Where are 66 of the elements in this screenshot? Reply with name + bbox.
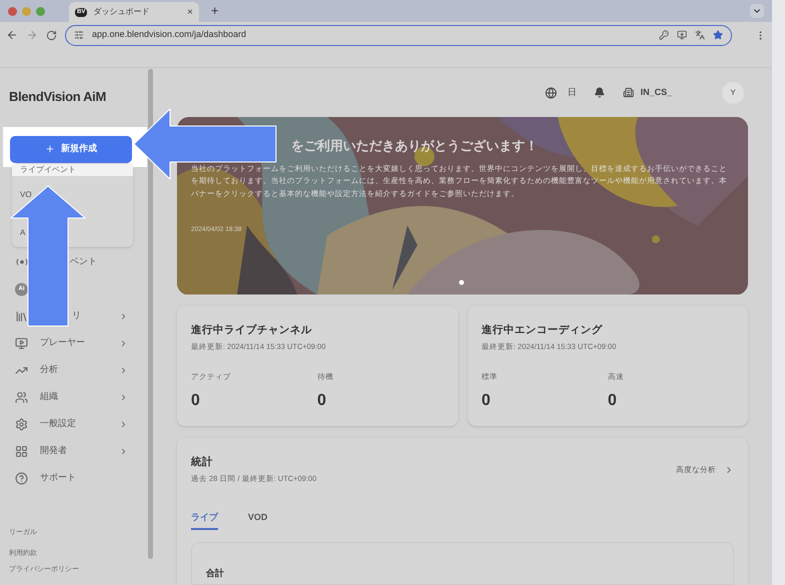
- site-settings-icon[interactable]: [74, 30, 84, 40]
- sidebar-item-label: リ: [72, 309, 81, 322]
- total-title: 合計: [206, 568, 224, 578]
- logo: BlendVision AiM: [9, 88, 107, 106]
- avatar[interactable]: Y: [722, 82, 744, 104]
- new-tab-button[interactable]: +: [211, 1, 219, 21]
- chevron-icon: [119, 312, 128, 320]
- scrollbar[interactable]: [148, 69, 153, 559]
- language-label[interactable]: 日: [567, 86, 576, 100]
- sidebar-item-label: ベント: [70, 255, 97, 268]
- sidebar-item[interactable]: 開発者: [0, 438, 148, 464]
- sidebar-item-label: 分析: [40, 363, 58, 376]
- chevron-icon: [119, 392, 128, 402]
- key-icon[interactable]: [659, 30, 669, 40]
- create-button[interactable]: 新規作成: [10, 136, 132, 162]
- chevron-icon: [119, 366, 128, 374]
- library-icon: [15, 310, 28, 322]
- stats-tab[interactable]: ライブ: [191, 510, 218, 530]
- banner-title: をご利用いただきありがとうございます！: [290, 137, 539, 156]
- menu-item[interactable]: ライブイベント: [12, 164, 133, 176]
- workspace-name[interactable]: IN_CS_: [640, 86, 672, 100]
- gear-icon: [15, 418, 28, 430]
- translate-icon[interactable]: [695, 30, 705, 40]
- back-icon[interactable]: [6, 29, 18, 41]
- chevron-icon: [119, 420, 128, 428]
- sidebar-item[interactable]: サポート: [0, 464, 148, 492]
- card-title: 進行中ライブチャンネル: [191, 322, 313, 338]
- close-tab-button[interactable]: ×: [187, 4, 193, 20]
- install-icon[interactable]: [677, 30, 687, 40]
- tab-title: ダッシュボード: [93, 6, 150, 18]
- sidebar-item[interactable]: 組織: [0, 384, 148, 410]
- building-icon[interactable]: [623, 87, 634, 98]
- metric-value: 0: [317, 390, 328, 411]
- sidebar-item[interactable]: リ: [0, 302, 148, 330]
- metric-value: 0: [608, 390, 618, 411]
- bell-icon[interactable]: [594, 87, 606, 98]
- globe-icon[interactable]: [545, 86, 558, 99]
- player-icon: [15, 336, 28, 350]
- help-icon: [15, 472, 28, 484]
- reload-icon[interactable]: [46, 30, 57, 40]
- chevron-icon: [119, 338, 128, 348]
- menu-item[interactable]: A: [20, 227, 26, 239]
- sidebar-item[interactable]: 一般設定: [0, 410, 148, 438]
- sidebar-item-label: 一般設定: [40, 417, 76, 430]
- url-text: app.one.blendvision.com/ja/dashboard: [92, 28, 248, 42]
- tab-list-button[interactable]: [750, 4, 764, 18]
- sidebar-item[interactable]: 分析: [0, 356, 148, 384]
- people-icon: [15, 390, 28, 404]
- sidebar-item-label: プレーヤー: [40, 336, 85, 350]
- sidebar-item[interactable]: ベント: [0, 248, 148, 276]
- plus-icon: [45, 144, 55, 154]
- sidebar-item-label: 開発者: [40, 444, 67, 458]
- stats-title: 統計: [191, 454, 214, 470]
- bookmark-star-icon[interactable]: [713, 30, 723, 40]
- metric-value: 0: [191, 390, 201, 411]
- menu-item[interactable]: VO: [20, 189, 32, 201]
- radio-icon: [15, 258, 29, 266]
- address-bar[interactable]: app.one.blendvision.com/ja/dashboard: [65, 24, 732, 46]
- stats-tab[interactable]: VOD: [248, 510, 268, 530]
- sidebar-item-label: 組織: [40, 390, 58, 404]
- chevron-icon: [119, 446, 128, 456]
- metric-value: 0: [482, 390, 492, 411]
- grid-icon: [15, 444, 28, 458]
- sidebar-item-label: サポート: [40, 471, 76, 484]
- sidebar-item[interactable]: プレーヤー: [0, 330, 148, 356]
- card-title: 進行中エンコーディング: [482, 322, 604, 338]
